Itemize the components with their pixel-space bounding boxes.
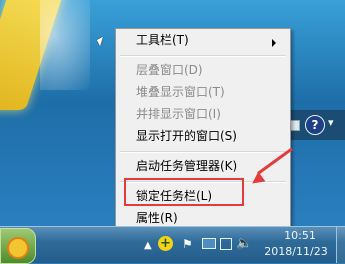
- monitor-icon[interactable]: [202, 238, 216, 249]
- flag-icon[interactable]: ⚑: [182, 237, 193, 251]
- highlight-annotation-box: [124, 178, 244, 206]
- menu-item-label: 显示打开的窗口(S): [136, 129, 237, 143]
- chevron-down-icon[interactable]: ▾: [328, 116, 334, 129]
- mouse-pointer-icon: [96, 36, 107, 47]
- menu-item-label: 启动任务管理器(K): [136, 159, 238, 173]
- help-icon[interactable]: ?: [305, 115, 325, 135]
- menu-item-stack-windows[interactable]: 堆叠显示窗口(T): [136, 83, 225, 102]
- menu-item-label: 层叠窗口(D): [136, 63, 203, 77]
- menu-item-task-manager[interactable]: 启动任务管理器(K): [136, 157, 237, 176]
- menu-item-label: 工具栏(T): [136, 33, 189, 47]
- menu-item-cascade-windows[interactable]: 层叠窗口(D): [136, 61, 203, 80]
- speaker-icon[interactable]: 🔈: [236, 236, 252, 251]
- taskbar[interactable]: ▲ + ⚑ 🔈 10:51 2018/11/23: [0, 226, 345, 264]
- submenu-arrow-icon: [272, 39, 276, 47]
- menu-item-label: 并排显示窗口(I): [136, 107, 221, 121]
- show-hidden-icons-arrow[interactable]: ▲: [144, 240, 152, 251]
- menu-item-toolbars[interactable]: 工具栏(T): [136, 31, 286, 50]
- menu-item-side-by-side[interactable]: 并排显示窗口(I): [136, 105, 221, 124]
- menu-item-label: 堆叠显示窗口(T): [136, 85, 225, 99]
- clock-date[interactable]: 2018/11/23: [256, 245, 336, 258]
- menu-item-show-open-windows[interactable]: 显示打开的窗口(S): [136, 127, 237, 146]
- show-desktop-button[interactable]: [336, 227, 345, 263]
- clock-time[interactable]: 10:51: [270, 229, 330, 242]
- menu-separator: [120, 151, 286, 153]
- menu-item-label: 属性(R): [136, 211, 178, 225]
- green-plus-icon[interactable]: +: [158, 236, 173, 251]
- screen-icon[interactable]: [220, 238, 232, 250]
- menu-separator: [120, 55, 286, 57]
- wallpaper-glow: [40, 0, 90, 90]
- start-button[interactable]: [0, 228, 36, 264]
- start-logo-icon: [7, 237, 29, 259]
